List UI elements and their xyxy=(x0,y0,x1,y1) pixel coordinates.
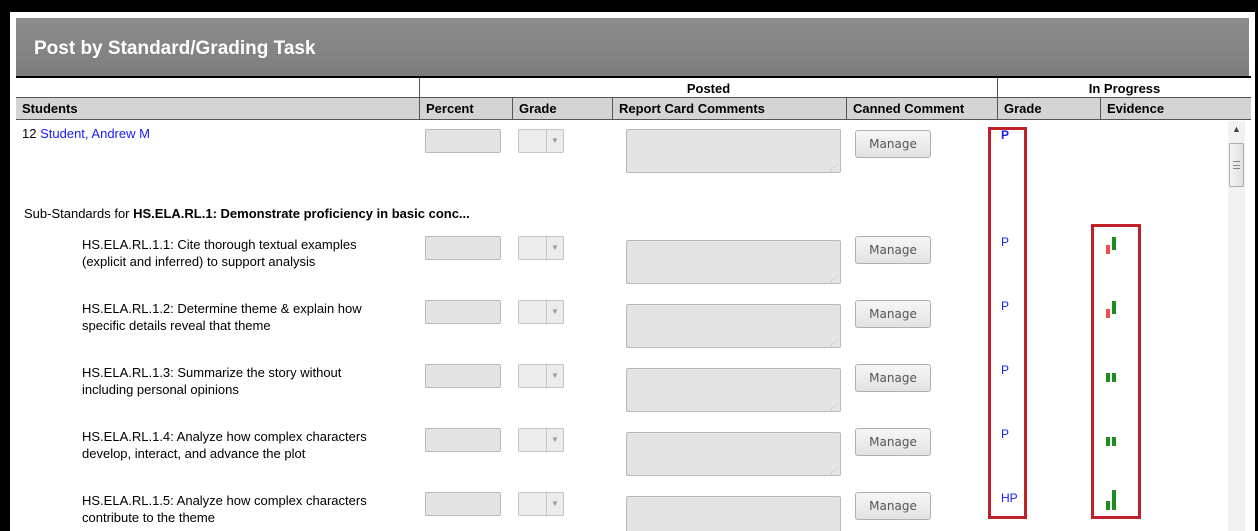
student-number: 12 xyxy=(22,126,37,141)
manage-button[interactable]: Manage xyxy=(855,428,931,456)
standard-description-line2: contribute to the theme xyxy=(82,510,215,525)
student-link[interactable]: Student, Andrew M xyxy=(40,126,150,141)
chevron-down-icon: ▼ xyxy=(546,301,563,323)
standard-description-line2: (explicit and inferred) to support analy… xyxy=(82,254,316,269)
standard-row: HS.ELA.RL.1.5: Analyze how complex chara… xyxy=(16,488,1226,531)
resize-grip-icon: ⋰ xyxy=(830,274,838,283)
percent-input[interactable] xyxy=(425,428,501,452)
sub-standards-prefix: Sub-Standards for xyxy=(24,206,134,221)
group-header-blank xyxy=(16,78,419,97)
resize-grip-icon: ⋰ xyxy=(830,163,838,172)
report-card-comment-textarea[interactable]: ⋰ xyxy=(626,432,841,476)
standard-row: HS.ELA.RL.1.2: Determine theme & explain… xyxy=(16,296,1226,360)
resize-grip-icon: ⋰ xyxy=(830,466,838,475)
col-header-evidence[interactable]: Evidence xyxy=(1100,98,1251,119)
group-header-row: Posted In Progress xyxy=(16,76,1251,98)
col-header-ip-grade[interactable]: Grade xyxy=(997,98,1100,119)
chevron-down-icon: ▼ xyxy=(546,130,563,152)
student-name: 12 Student, Andrew M xyxy=(22,126,150,141)
report-card-comment-textarea[interactable]: ⋰ xyxy=(626,129,841,173)
standard-description-line1: HS.ELA.RL.1.1: Cite thorough textual exa… xyxy=(82,237,357,252)
report-card-comment-textarea[interactable]: ⋰ xyxy=(626,240,841,284)
grading-table-body: 12 Student, Andrew M ▼ ⋰ Manage P Sub-St… xyxy=(16,121,1251,531)
grade-select[interactable]: ▼ xyxy=(518,129,564,153)
percent-input[interactable] xyxy=(425,236,501,260)
manage-button[interactable]: Manage xyxy=(855,130,931,158)
arrow-up-icon[interactable]: ▲ xyxy=(1228,121,1245,138)
standard-description-line2: develop, interact, and advance the plot xyxy=(82,446,306,461)
standard-description-line1: HS.ELA.RL.1.3: Summarize the story witho… xyxy=(82,365,342,380)
report-card-comment-textarea[interactable]: ⋰ xyxy=(626,368,841,412)
group-header-posted: Posted xyxy=(419,78,997,97)
col-header-report-card-comments[interactable]: Report Card Comments xyxy=(612,98,846,119)
standard-description-line2: including personal opinions xyxy=(82,382,239,397)
standard-description-line1: HS.ELA.RL.1.4: Analyze how complex chara… xyxy=(82,429,367,444)
manage-button[interactable]: Manage xyxy=(855,492,931,520)
standard-description: HS.ELA.RL.1.2: Determine theme & explain… xyxy=(82,300,412,334)
standard-description-line2: specific details reveal that theme xyxy=(82,318,271,333)
col-header-canned-comment[interactable]: Canned Comment xyxy=(846,98,997,119)
col-header-percent[interactable]: Percent xyxy=(419,98,512,119)
report-card-comment-textarea[interactable]: ⋰ xyxy=(626,496,841,531)
grade-select[interactable]: ▼ xyxy=(518,364,564,388)
grip-icon xyxy=(1233,161,1240,169)
chevron-down-icon: ▼ xyxy=(546,365,563,387)
sub-standards-standard: HS.ELA.RL.1: Demonstrate proficiency in … xyxy=(133,206,470,221)
chevron-down-icon: ▼ xyxy=(546,429,563,451)
highlight-box-grade xyxy=(988,127,1027,519)
grade-select[interactable]: ▼ xyxy=(518,300,564,324)
resize-grip-icon: ⋰ xyxy=(830,338,838,347)
percent-input[interactable] xyxy=(425,364,501,388)
percent-input[interactable] xyxy=(425,492,501,516)
manage-button[interactable]: Manage xyxy=(855,364,931,392)
resize-grip-icon: ⋰ xyxy=(830,402,838,411)
standard-row: HS.ELA.RL.1.1: Cite thorough textual exa… xyxy=(16,232,1226,296)
standard-description: HS.ELA.RL.1.3: Summarize the story witho… xyxy=(82,364,412,398)
post-by-standard-panel: Post by Standard/Grading Task Posted In … xyxy=(10,12,1255,531)
percent-input[interactable] xyxy=(425,129,501,153)
chevron-down-icon: ▼ xyxy=(546,237,563,259)
chevron-down-icon: ▼ xyxy=(546,493,563,515)
group-header-in-progress: In Progress xyxy=(997,78,1251,97)
report-card-comment-textarea[interactable]: ⋰ xyxy=(626,304,841,348)
standard-description: HS.ELA.RL.1.1: Cite thorough textual exa… xyxy=(82,236,412,270)
panel-title: Post by Standard/Grading Task xyxy=(34,38,316,59)
panel-title-bar: Post by Standard/Grading Task xyxy=(16,18,1249,82)
sub-standards-header: Sub-Standards for HS.ELA.RL.1: Demonstra… xyxy=(24,206,470,221)
student-row: 12 Student, Andrew M ▼ ⋰ Manage P xyxy=(16,121,1226,179)
grade-select[interactable]: ▼ xyxy=(518,428,564,452)
col-header-students[interactable]: Students xyxy=(16,98,419,119)
standard-row: HS.ELA.RL.1.3: Summarize the story witho… xyxy=(16,360,1226,424)
standard-description-line1: HS.ELA.RL.1.5: Analyze how complex chara… xyxy=(82,493,367,508)
column-header-row: Students Percent Grade Report Card Comme… xyxy=(16,98,1251,120)
standard-description: HS.ELA.RL.1.5: Analyze how complex chara… xyxy=(82,492,412,526)
percent-input[interactable] xyxy=(425,300,501,324)
manage-button[interactable]: Manage xyxy=(855,236,931,264)
scroll-thumb[interactable] xyxy=(1229,143,1244,187)
standard-description: HS.ELA.RL.1.4: Analyze how complex chara… xyxy=(82,428,412,462)
highlight-box-evidence xyxy=(1091,224,1141,519)
grade-select[interactable]: ▼ xyxy=(518,492,564,516)
standard-row: HS.ELA.RL.1.4: Analyze how complex chara… xyxy=(16,424,1226,488)
col-header-grade[interactable]: Grade xyxy=(512,98,612,119)
grade-select[interactable]: ▼ xyxy=(518,236,564,260)
manage-button[interactable]: Manage xyxy=(855,300,931,328)
vertical-scrollbar[interactable]: ▲ xyxy=(1228,121,1245,531)
standard-description-line1: HS.ELA.RL.1.2: Determine theme & explain… xyxy=(82,301,362,316)
